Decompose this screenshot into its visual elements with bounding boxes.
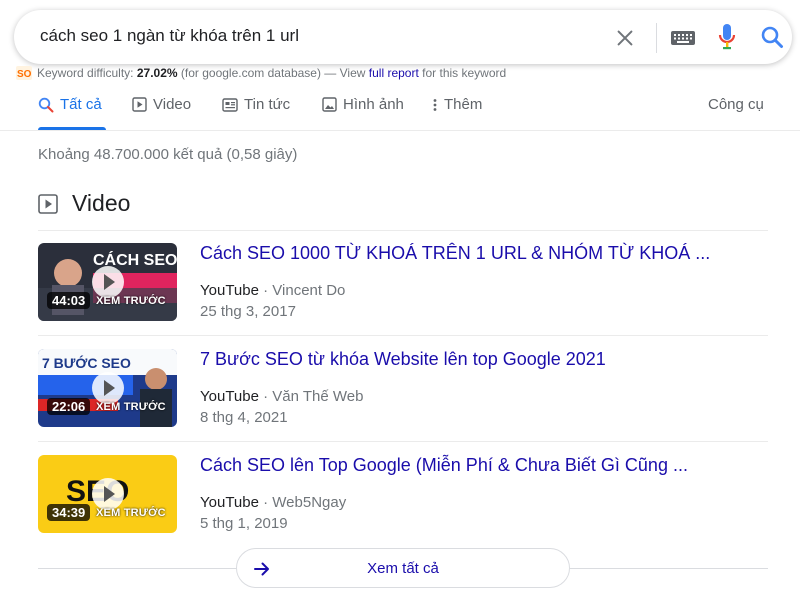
video-result-item[interactable]: SEO 34:39 XEM TRƯỚC Cách SEO lên Top Goo… [38, 455, 768, 535]
preview-label: XEM TRƯỚC [96, 507, 166, 519]
video-date: 5 thg 1, 2019 [200, 515, 288, 532]
section-divider [38, 230, 768, 231]
play-button-icon [92, 266, 124, 298]
microphone-icon[interactable] [718, 23, 736, 51]
full-report-link[interactable]: full report [369, 66, 419, 80]
search-tabs: Tất cả Video Tin tức Hình ảnh Thêm Công [38, 92, 768, 130]
play-button-icon [92, 372, 124, 404]
video-title-link[interactable]: Cách SEO 1000 TỪ KHOÁ TRÊN 1 URL & NHÓM … [200, 243, 710, 264]
video-thumbnail[interactable]: CÁCH SEO 44:03 XEM TRƯỚC [38, 243, 177, 321]
keyword-difficulty-bar: SO Keyword difficulty: 27.02% (for googl… [16, 66, 506, 80]
play-icon [132, 97, 147, 112]
tab-more[interactable]: Thêm [432, 96, 482, 113]
play-icon [38, 193, 58, 214]
video-date: 25 thg 3, 2017 [200, 303, 296, 320]
video-date: 8 thg 4, 2021 [200, 409, 288, 426]
search-bar[interactable]: cách seo 1 ngàn từ khóa trên 1 url [14, 10, 792, 64]
keyboard-icon[interactable] [670, 28, 696, 48]
tabs-divider [0, 130, 800, 131]
section-divider [38, 441, 768, 442]
tools-button[interactable]: Công cụ [708, 96, 764, 113]
see-all-label: Xem tất cả [367, 560, 439, 577]
video-duration: 44:03 [47, 292, 91, 309]
video-title-link[interactable]: Cách SEO lên Top Google (Miễn Phí & Chưa… [200, 455, 688, 476]
see-all-button[interactable]: Xem tất cả [236, 548, 570, 588]
video-section-title: Video [72, 190, 131, 216]
kd-suffix: for this keyword [422, 66, 507, 80]
svg-text:SO: SO [17, 69, 32, 80]
image-icon [322, 97, 337, 112]
kd-label: Keyword difficulty: [37, 66, 134, 80]
search-icon[interactable] [760, 25, 784, 49]
tab-video[interactable]: Video [132, 96, 191, 113]
news-icon [222, 97, 238, 112]
video-result-item[interactable]: CÁCH SEO 44:03 XEM TRƯỚC Cách SEO 1000 T… [38, 243, 768, 323]
tab-news[interactable]: Tin tức [222, 96, 290, 113]
video-duration: 34:39 [47, 504, 91, 521]
result-stats: Khoảng 48.700.000 kết quả (0,58 giây) [38, 146, 298, 163]
tab-all[interactable]: Tất cả [38, 96, 102, 113]
close-icon[interactable] [614, 27, 636, 49]
video-title-link[interactable]: 7 Bước SEO từ khóa Website lên top Googl… [200, 349, 606, 370]
tab-images[interactable]: Hình ảnh [322, 96, 404, 113]
search-input[interactable]: cách seo 1 ngàn từ khóa trên 1 url [40, 26, 299, 46]
video-source: YouTube · Vincent Do [200, 282, 346, 299]
thumb-text: 7 BƯỚC SEO [42, 354, 131, 371]
video-duration: 22:06 [47, 398, 91, 415]
video-thumbnail[interactable]: 7 BƯỚC SEO 22:06 XEM TRƯỚC [38, 349, 177, 427]
search-icon [38, 97, 54, 112]
kd-value: 27.02% [136, 66, 178, 80]
video-thumbnail[interactable]: SEO 34:39 XEM TRƯỚC [38, 455, 177, 533]
more-vert-icon [433, 98, 437, 111]
video-result-item[interactable]: 7 BƯỚC SEO 22:06 XEM TRƯỚC 7 Bước SEO từ… [38, 349, 768, 429]
kd-db-note: (for google.com database) — View [180, 66, 366, 80]
video-source: YouTube · Văn Thế Web [200, 388, 364, 405]
video-source: YouTube · Web5Ngay [200, 494, 347, 511]
video-section-heading: Video [38, 190, 130, 217]
search-bar-divider [656, 23, 657, 53]
preview-label: XEM TRƯỚC [96, 401, 166, 413]
preview-label: XEM TRƯỚC [96, 295, 166, 307]
section-divider [38, 335, 768, 336]
play-button-icon [92, 478, 124, 510]
semrush-logo-icon: SO [16, 66, 32, 80]
